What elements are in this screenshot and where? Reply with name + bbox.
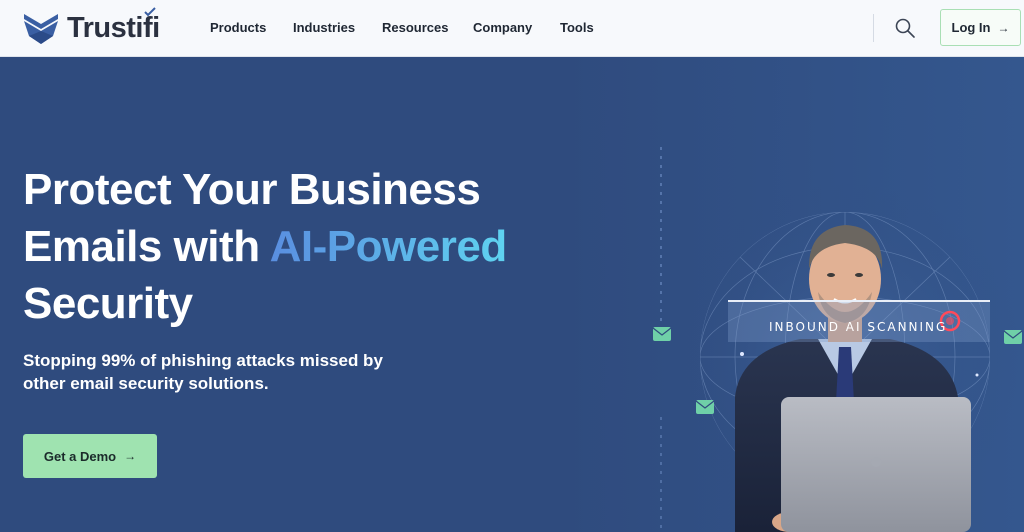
search-icon[interactable] — [894, 17, 916, 39]
hero-section: INBOUND AI SCANNING Protect Your Busines… — [0, 57, 1024, 532]
arrow-right-icon: → — [997, 20, 1010, 35]
envelope-icon — [652, 327, 672, 341]
get-demo-button[interactable]: Get a Demo → — [23, 434, 157, 478]
nav-tools[interactable]: Tools — [560, 20, 594, 35]
hero-subtitle: Stopping 99% of phishing attacks missed … — [23, 351, 383, 393]
scan-label: INBOUND AI SCANNING — [769, 320, 948, 334]
envelope-icon — [695, 400, 715, 414]
brand-logo[interactable]: Trustifi — [23, 6, 160, 45]
hero-title: Protect Your Business Emails with AI-Pow… — [23, 161, 623, 332]
nav-resources[interactable]: Resources — [382, 20, 448, 35]
hero-illustration — [652, 147, 1023, 532]
nav-products[interactable]: Products — [210, 20, 266, 35]
hero-title-line3: Security — [23, 279, 193, 328]
login-button[interactable]: Log In → — [940, 9, 1021, 46]
envelope-icon — [1003, 330, 1023, 344]
nav-industries[interactable]: Industries — [293, 20, 355, 35]
hero-title-highlight: AI-Powered — [269, 222, 508, 271]
nav-company[interactable]: Company — [473, 20, 532, 35]
login-label: Log In — [951, 20, 991, 35]
brand-name: Trustifi — [67, 6, 160, 45]
header-divider — [873, 14, 874, 42]
site-header: Trustifi Products Industries Resources C… — [0, 0, 1024, 57]
hero-title-line2: Emails with — [23, 222, 270, 271]
checkmark-icon — [143, 6, 156, 16]
trustifi-shield-logo-icon — [24, 14, 58, 44]
get-demo-label: Get a Demo — [43, 448, 117, 464]
hero-title-line1: Protect Your Business — [23, 165, 481, 214]
arrow-right-icon: → — [124, 449, 137, 463]
